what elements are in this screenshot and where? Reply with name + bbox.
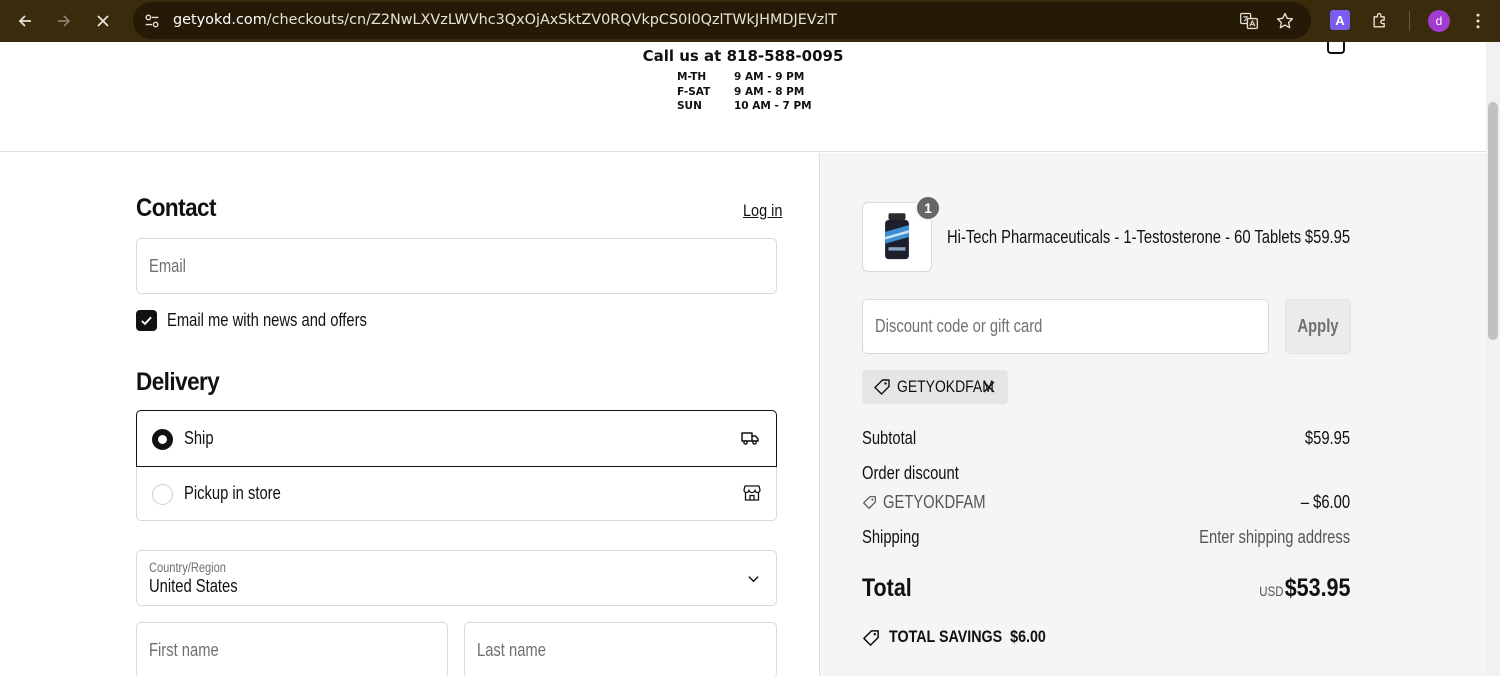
back-button[interactable] <box>11 7 39 35</box>
delivery-option-pickup[interactable]: Pickup in store <box>137 466 778 521</box>
tag-icon <box>874 379 890 395</box>
checkout-form: Contact Log in Email Email me with news … <box>0 153 819 676</box>
savings-text: TOTAL SAVINGS $6.00 <box>889 627 1046 647</box>
country-label: Country/Region <box>149 560 226 575</box>
country-select[interactable]: Country/Region United States <box>136 550 777 606</box>
cart-icon[interactable] <box>1327 42 1345 54</box>
pickup-label: Pickup in store <box>184 483 281 503</box>
ship-label: Ship <box>184 428 214 448</box>
arrow-right-icon <box>58 15 71 27</box>
arrow-left-icon <box>18 15 31 27</box>
email-placeholder: Email <box>149 256 186 276</box>
store-icon <box>742 483 762 503</box>
page-scrollbar[interactable] <box>1486 42 1500 676</box>
hours-time: 9 AM - 8 PM <box>734 85 805 98</box>
delivery-method-group: Ship Pickup in store <box>136 410 777 521</box>
order-discount-label: Order discount <box>862 463 959 483</box>
discount-code-input[interactable]: Discount code or gift card <box>862 299 1269 354</box>
country-value: United States <box>149 576 238 596</box>
savings-value: $6.00 <box>1010 627 1046 646</box>
toolbar-divider <box>1409 11 1410 31</box>
url-path: /checkouts/cn/Z2NwLXVzLWVhc3QxOjAxSktZV0… <box>266 12 837 28</box>
quantity-badge: 1 <box>915 195 941 221</box>
stop-loading-button[interactable] <box>89 7 117 35</box>
pickup-radio[interactable] <box>152 484 173 505</box>
subtotal-value: $59.95 <box>1304 428 1350 448</box>
savings-tag-icon <box>863 629 879 646</box>
extensions-puzzle-icon[interactable] <box>1368 9 1392 33</box>
email-field[interactable]: Email <box>136 238 777 294</box>
discount-placeholder: Discount code or gift card <box>875 316 1043 336</box>
contact-heading: Contact <box>136 194 217 222</box>
delivery-heading: Delivery <box>136 368 220 396</box>
checkmark-icon <box>141 316 152 326</box>
scrollbar-thumb[interactable] <box>1488 102 1498 340</box>
translate-icon[interactable] <box>1237 9 1261 33</box>
shipping-label: Shipping <box>862 527 920 547</box>
hours-days: SUN <box>677 100 702 112</box>
url-host: getyokd.com <box>173 12 267 28</box>
applied-discount-chip: GETYOKDFAM <box>862 370 1008 404</box>
applied-code-text: GETYOKDFAM <box>897 377 994 396</box>
apply-label: Apply <box>1297 316 1339 336</box>
hours-days: F-SAT <box>677 85 711 98</box>
first-name-placeholder: First name <box>149 640 219 660</box>
store-phone: Call us at 818-588-0095 <box>642 47 844 65</box>
site-info-icon[interactable] <box>142 11 162 31</box>
store-hours: M-TH 9 AM - 9 PM F-SAT 9 AM - 8 PM SUN 10 A… <box>676 70 812 114</box>
order-summary: 1 Hi-Tech Pharmaceuticals - 1-Testostero… <box>819 153 1486 676</box>
total-currency: USD <box>1259 584 1284 599</box>
product-bottle-image <box>885 213 909 260</box>
total-label: Total <box>862 574 912 602</box>
subtotal-label: Subtotal <box>862 428 917 448</box>
apply-discount-button[interactable]: Apply <box>1285 299 1351 354</box>
first-name-field[interactable]: First name <box>136 622 448 676</box>
url-text: getyokd.com/checkouts/cn/Z2NwLXVzLWVhc3Q… <box>173 12 837 28</box>
address-bar[interactable]: getyokd.com/checkouts/cn/Z2NwLXVzLWVhc3Q… <box>133 2 1311 39</box>
close-icon <box>97 15 109 27</box>
hours-time: 9 AM - 9 PM <box>734 71 805 83</box>
product-name: Hi-Tech Pharmaceuticals - 1-Testosterone… <box>947 227 1302 247</box>
discount-value: – $6.00 <box>1300 492 1350 512</box>
store-header: Call us at 818-588-0095 M-TH 9 AM - 9 PM … <box>0 42 1486 152</box>
extension-a-icon[interactable]: A <box>1330 10 1350 30</box>
newsletter-checkbox[interactable] <box>136 310 157 331</box>
profile-avatar[interactable]: d <box>1428 10 1450 32</box>
kebab-menu-icon[interactable] <box>1466 9 1490 33</box>
hours-row: SUN 10 AM - 7 PM <box>676 99 812 114</box>
hours-row: M-TH 9 AM - 9 PM <box>676 70 812 85</box>
browser-toolbar: getyokd.com/checkouts/cn/Z2NwLXVzLWVhc3Q… <box>0 0 1500 42</box>
shipping-value: Enter shipping address <box>1199 527 1350 547</box>
login-link[interactable]: Log in <box>743 201 782 221</box>
forward-button[interactable] <box>50 7 78 35</box>
ship-radio[interactable] <box>152 429 173 450</box>
hours-row: F-SAT 9 AM - 8 PM <box>676 85 812 100</box>
total-amount: $53.95 <box>1284 574 1350 602</box>
newsletter-label: Email me with news and offers <box>167 310 367 330</box>
last-name-field[interactable]: Last name <box>464 622 777 676</box>
discount-code-label: GETYOKDFAM <box>883 492 986 512</box>
hours-time: 10 AM - 7 PM <box>734 100 812 112</box>
truck-icon <box>740 428 760 448</box>
total-savings: TOTAL SAVINGS $6.00 <box>862 627 1076 647</box>
remove-discount-icon[interactable] <box>981 379 997 395</box>
chevron-down-icon <box>748 576 759 583</box>
last-name-placeholder: Last name <box>477 640 546 660</box>
hours-days: M-TH <box>677 71 707 83</box>
product-price: $59.95 <box>1304 227 1350 247</box>
delivery-option-ship[interactable]: Ship <box>136 410 777 467</box>
tag-icon <box>863 496 876 509</box>
savings-label: TOTAL SAVINGS <box>889 627 1003 646</box>
bookmark-star-icon[interactable] <box>1273 9 1297 33</box>
